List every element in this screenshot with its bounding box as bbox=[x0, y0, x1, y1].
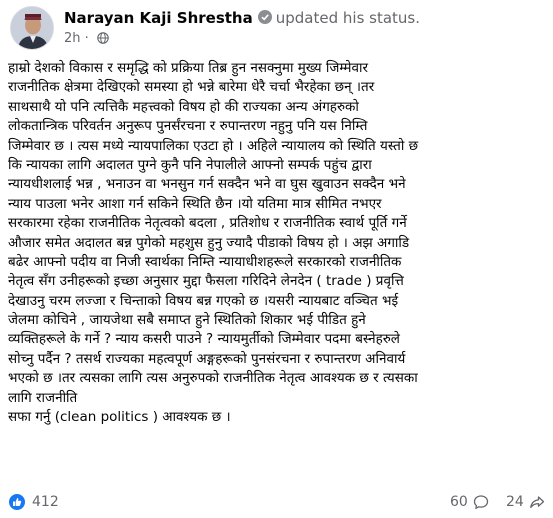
post-text-line: कि न्यायका लागि अदालत पुग्ने कुनै पनि ने… bbox=[8, 156, 372, 173]
post-text-line: राजनीतिक क्षेत्रमा देखिएको समस्या हो भन्… bbox=[8, 79, 375, 96]
status-action-text: updated his status. bbox=[275, 9, 421, 27]
verified-badge-icon bbox=[257, 10, 272, 24]
shares-summary[interactable]: 24 bbox=[506, 494, 545, 510]
post-text-line: बढेर आफ्नो पदीय वा निजी स्वार्थका निम्ति… bbox=[8, 253, 402, 270]
comment-count: 60 bbox=[450, 494, 468, 510]
post-text-line: जेलमा कोचिने , जायजेथा सबै समाप्त हुने स… bbox=[8, 312, 366, 329]
post-text-line: न्याय पाउला भनेर आशा गर्न सकिने स्थिति छ… bbox=[8, 195, 382, 212]
post-header: Narayan Kaji Shrestha updated his status.… bbox=[8, 4, 548, 52]
post-text-line: साथसाथै यो पनि त्यत्तिकै महत्त्वको विषय … bbox=[8, 98, 359, 115]
reactions-summary[interactable]: 412 bbox=[8, 493, 59, 511]
post-text-line: सोच्नु पर्दैन ? तसर्थ राज्यका महत्वपूर्ण… bbox=[8, 350, 406, 367]
post-text-line: सरकारमा रहेका राजनीतिक नेतृत्वको बदला , … bbox=[8, 215, 407, 232]
avatar-image bbox=[11, 7, 53, 49]
share-icon bbox=[529, 496, 544, 509]
post-text-line: औजार समेत अदालत बन्न पुगेको महशुस हुनु ज… bbox=[8, 234, 410, 251]
author-name[interactable]: Narayan Kaji Shrestha bbox=[64, 9, 253, 27]
post-text-line: लागि राजनीति bbox=[8, 389, 78, 406]
comments-summary[interactable]: 60 bbox=[450, 494, 489, 510]
post-text: हाम्रो देशको विकास र समृद्धि को प्रक्रिय… bbox=[8, 59, 549, 427]
share-count: 24 bbox=[506, 494, 524, 510]
post-footer: 412 60 24 bbox=[0, 490, 553, 518]
post-timestamp[interactable]: 2h bbox=[64, 31, 81, 46]
like-icon bbox=[8, 493, 26, 511]
post-text-line: हाम्रो देशको विकास र समृद्धि को प्रक्रिय… bbox=[8, 60, 368, 76]
post-text-line: नेतृत्व सँग उनीहरूको इच्छा अनुसार मुद्दा… bbox=[8, 273, 404, 290]
author-avatar[interactable] bbox=[10, 6, 54, 50]
post-text-line: व्यक्तिहरूले के गर्ने ? न्याय कसरी पाउने… bbox=[8, 331, 400, 348]
post-text-line: सफा गर्नु (clean politics ) आवश्यक छ । bbox=[8, 409, 231, 426]
post-text-line: लोकतान्त्रिक परिवर्तन अनुरूप पुनर्संरचना… bbox=[8, 118, 368, 135]
post-text-line: जिम्मेवार छ । त्यस मध्ये न्यायपालिका एउट… bbox=[8, 137, 419, 154]
globe-icon bbox=[97, 32, 109, 44]
reaction-count: 412 bbox=[32, 494, 59, 510]
post-text-line: देखाउनु चरम लज्जा र चिन्ताको विषय बन्न ग… bbox=[8, 292, 399, 309]
post-text-line: न्यायधीशलाई भन्न , भनाउन वा भनसुन गर्न स… bbox=[8, 176, 406, 193]
comment-icon bbox=[473, 495, 488, 510]
post-text-line: भएको छ ।तर त्यसका लागि त्यस अनुरुपको राज… bbox=[8, 370, 418, 387]
